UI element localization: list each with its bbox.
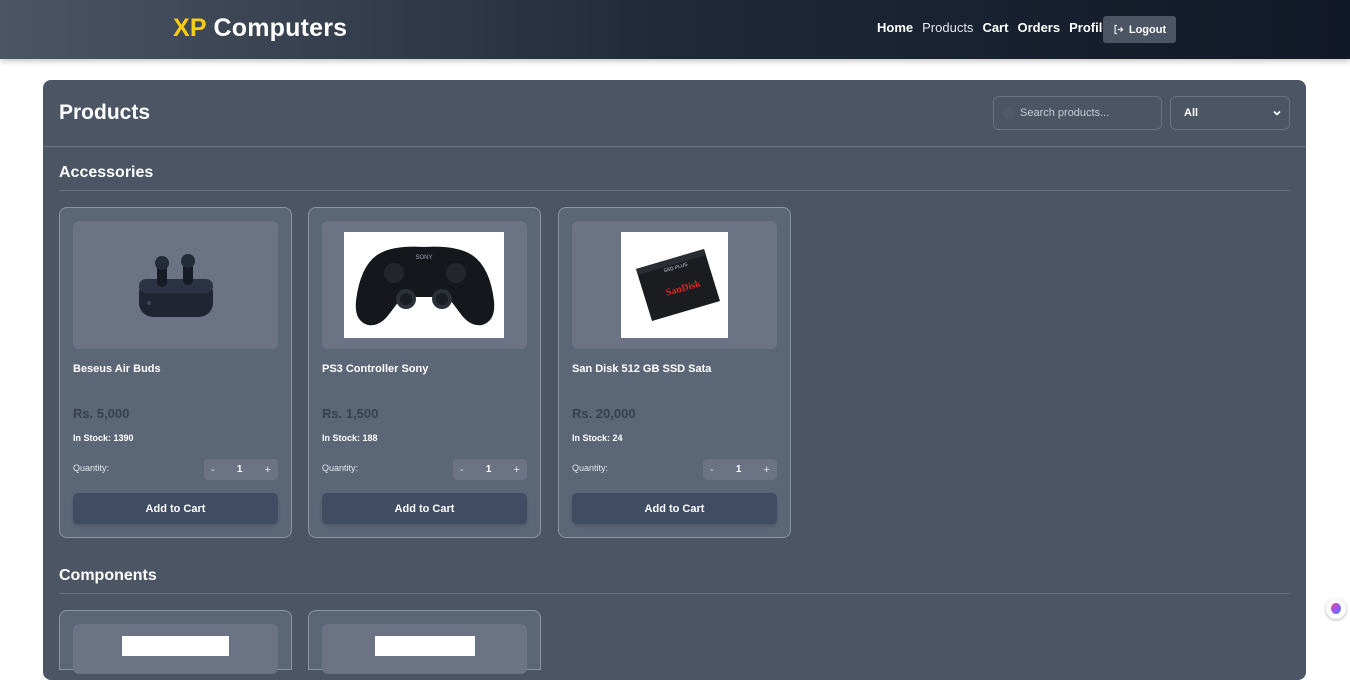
quantity-value[interactable]: 1 bbox=[486, 464, 492, 475]
add-to-cart-button[interactable]: Add to Cart bbox=[322, 493, 527, 524]
quantity-label: Quantity: bbox=[322, 463, 359, 473]
quantity-label: Quantity: bbox=[572, 463, 609, 473]
filter-selected-value: All bbox=[1184, 107, 1199, 119]
search-input[interactable] bbox=[1020, 97, 1158, 129]
quantity-label: Quantity: bbox=[73, 463, 110, 473]
top-navbar: XP Computers Home Products Cart Orders P… bbox=[0, 0, 1350, 59]
section-title-accessories: Accessories bbox=[59, 164, 154, 181]
nav-link-cart[interactable]: Cart bbox=[982, 20, 1008, 35]
quantity-stepper: - 1 + bbox=[703, 459, 777, 480]
product-price: Rs. 20,000 bbox=[572, 406, 636, 421]
decrement-button[interactable]: - bbox=[211, 464, 215, 476]
product-card bbox=[308, 610, 541, 674]
quantity-stepper: - 1 + bbox=[204, 459, 278, 480]
increment-button[interactable]: + bbox=[514, 464, 520, 476]
product-card: Beseus Air Buds Rs. 5,000 In Stock: 1390… bbox=[59, 207, 292, 538]
ssd-image: SanDisk SSD PLUS bbox=[621, 232, 728, 338]
controller-brand-text: SONY bbox=[415, 255, 432, 261]
quantity-value[interactable]: 1 bbox=[736, 464, 742, 475]
product-stock: In Stock: 1390 bbox=[73, 433, 134, 443]
controller-image: SONY bbox=[344, 232, 504, 338]
product-price: Rs. 1,500 bbox=[322, 406, 379, 421]
product-image-frame: SONY bbox=[322, 221, 527, 349]
chevron-down-icon bbox=[1273, 110, 1281, 116]
search-icon bbox=[1003, 107, 1015, 119]
product-card bbox=[59, 610, 292, 674]
product-name: Beseus Air Buds bbox=[73, 363, 161, 375]
section-title-components: Components bbox=[59, 567, 157, 584]
product-name: PS3 Controller Sony bbox=[322, 363, 429, 375]
section-divider bbox=[59, 190, 1290, 191]
nav-link-home[interactable]: Home bbox=[877, 20, 913, 35]
section-divider bbox=[59, 593, 1290, 594]
quantity-value[interactable]: 1 bbox=[237, 464, 243, 475]
product-image-frame bbox=[73, 221, 278, 349]
logout-label: Logout bbox=[1128, 23, 1167, 36]
logout-button[interactable]: Logout bbox=[1103, 16, 1176, 43]
products-panel: Products All Accessories Be bbox=[43, 80, 1306, 680]
add-to-cart-button[interactable]: Add to Cart bbox=[572, 493, 777, 524]
nav-links: Home Products Cart Orders Profile bbox=[877, 20, 1119, 35]
product-name: San Disk 512 GB SSD Sata bbox=[572, 363, 712, 375]
earbuds-image bbox=[139, 254, 213, 317]
search-box bbox=[993, 96, 1162, 130]
add-to-cart-button[interactable]: Add to Cart bbox=[73, 493, 278, 524]
logout-icon bbox=[1114, 24, 1124, 35]
product-image-frame: SanDisk SSD PLUS bbox=[572, 221, 777, 349]
product-price: Rs. 5,000 bbox=[73, 406, 130, 421]
category-filter-select[interactable]: All bbox=[1170, 96, 1290, 130]
brand-prefix: XP bbox=[173, 14, 207, 42]
product-stock: In Stock: 24 bbox=[572, 433, 623, 443]
quantity-stepper: - 1 + bbox=[453, 459, 527, 480]
brand-name: Computers bbox=[213, 14, 348, 42]
nav-link-products[interactable]: Products bbox=[922, 20, 973, 35]
decrement-button[interactable]: - bbox=[460, 464, 464, 476]
increment-button[interactable]: + bbox=[265, 464, 271, 476]
product-stock: In Stock: 188 bbox=[322, 433, 378, 443]
product-image bbox=[375, 636, 475, 656]
increment-button[interactable]: + bbox=[764, 464, 770, 476]
product-image bbox=[122, 636, 229, 656]
product-image-frame bbox=[73, 624, 278, 674]
product-card: SONY PS3 Controller Sony Rs. 1,500 In St… bbox=[308, 207, 541, 538]
page-title: Products bbox=[59, 101, 151, 124]
assistant-bubble-icon[interactable] bbox=[1326, 599, 1346, 619]
decrement-button[interactable]: - bbox=[710, 464, 714, 476]
panel-header: Products All bbox=[43, 80, 1306, 147]
brand-logo[interactable]: XP Computers bbox=[173, 14, 347, 43]
product-card: SanDisk SSD PLUS San Disk 512 GB SSD Sat… bbox=[558, 207, 791, 538]
product-image-frame bbox=[322, 624, 527, 674]
nav-link-orders[interactable]: Orders bbox=[1017, 20, 1060, 35]
